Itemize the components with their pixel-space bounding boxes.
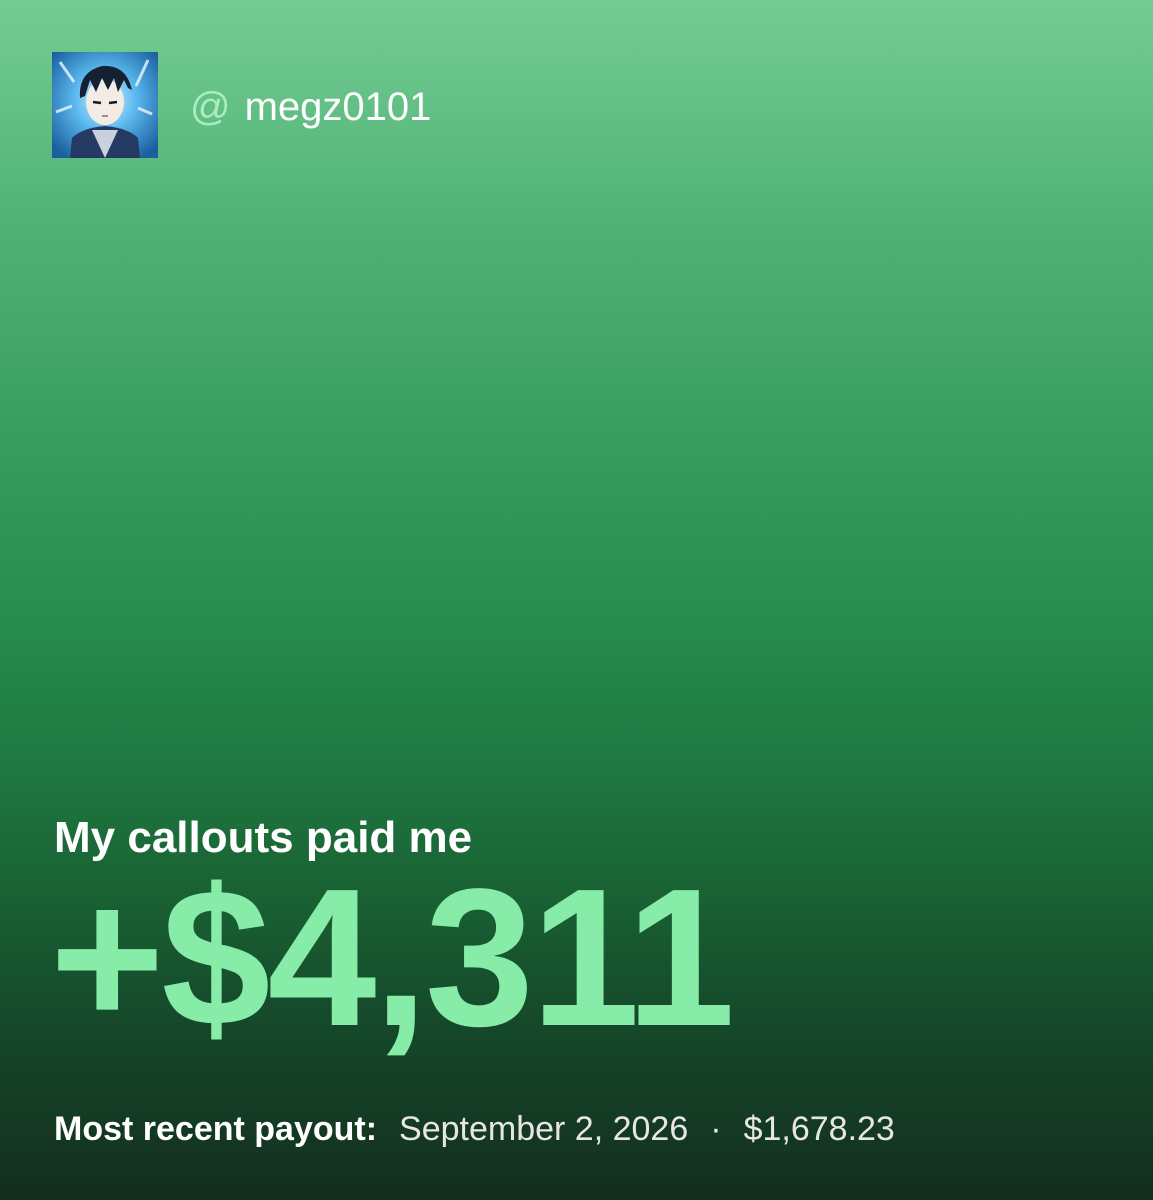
username: megz0101 [244,85,432,129]
payout-info: Most recent payout: September 2, 2026 · $1,… [54,1108,895,1150]
username-handle[interactable]: @ megz0101 [190,83,431,131]
earnings-amount: +$4,311 [50,848,735,1067]
payout-label: Most recent payout: [54,1110,378,1148]
avatar[interactable] [52,52,158,158]
anime-character-avatar-icon [52,52,158,158]
at-symbol: @ [190,85,231,129]
payout-value: $1,678.23 [743,1110,895,1148]
payout-separator: · [710,1110,722,1148]
payout-date: September 2, 2026 [399,1110,689,1148]
